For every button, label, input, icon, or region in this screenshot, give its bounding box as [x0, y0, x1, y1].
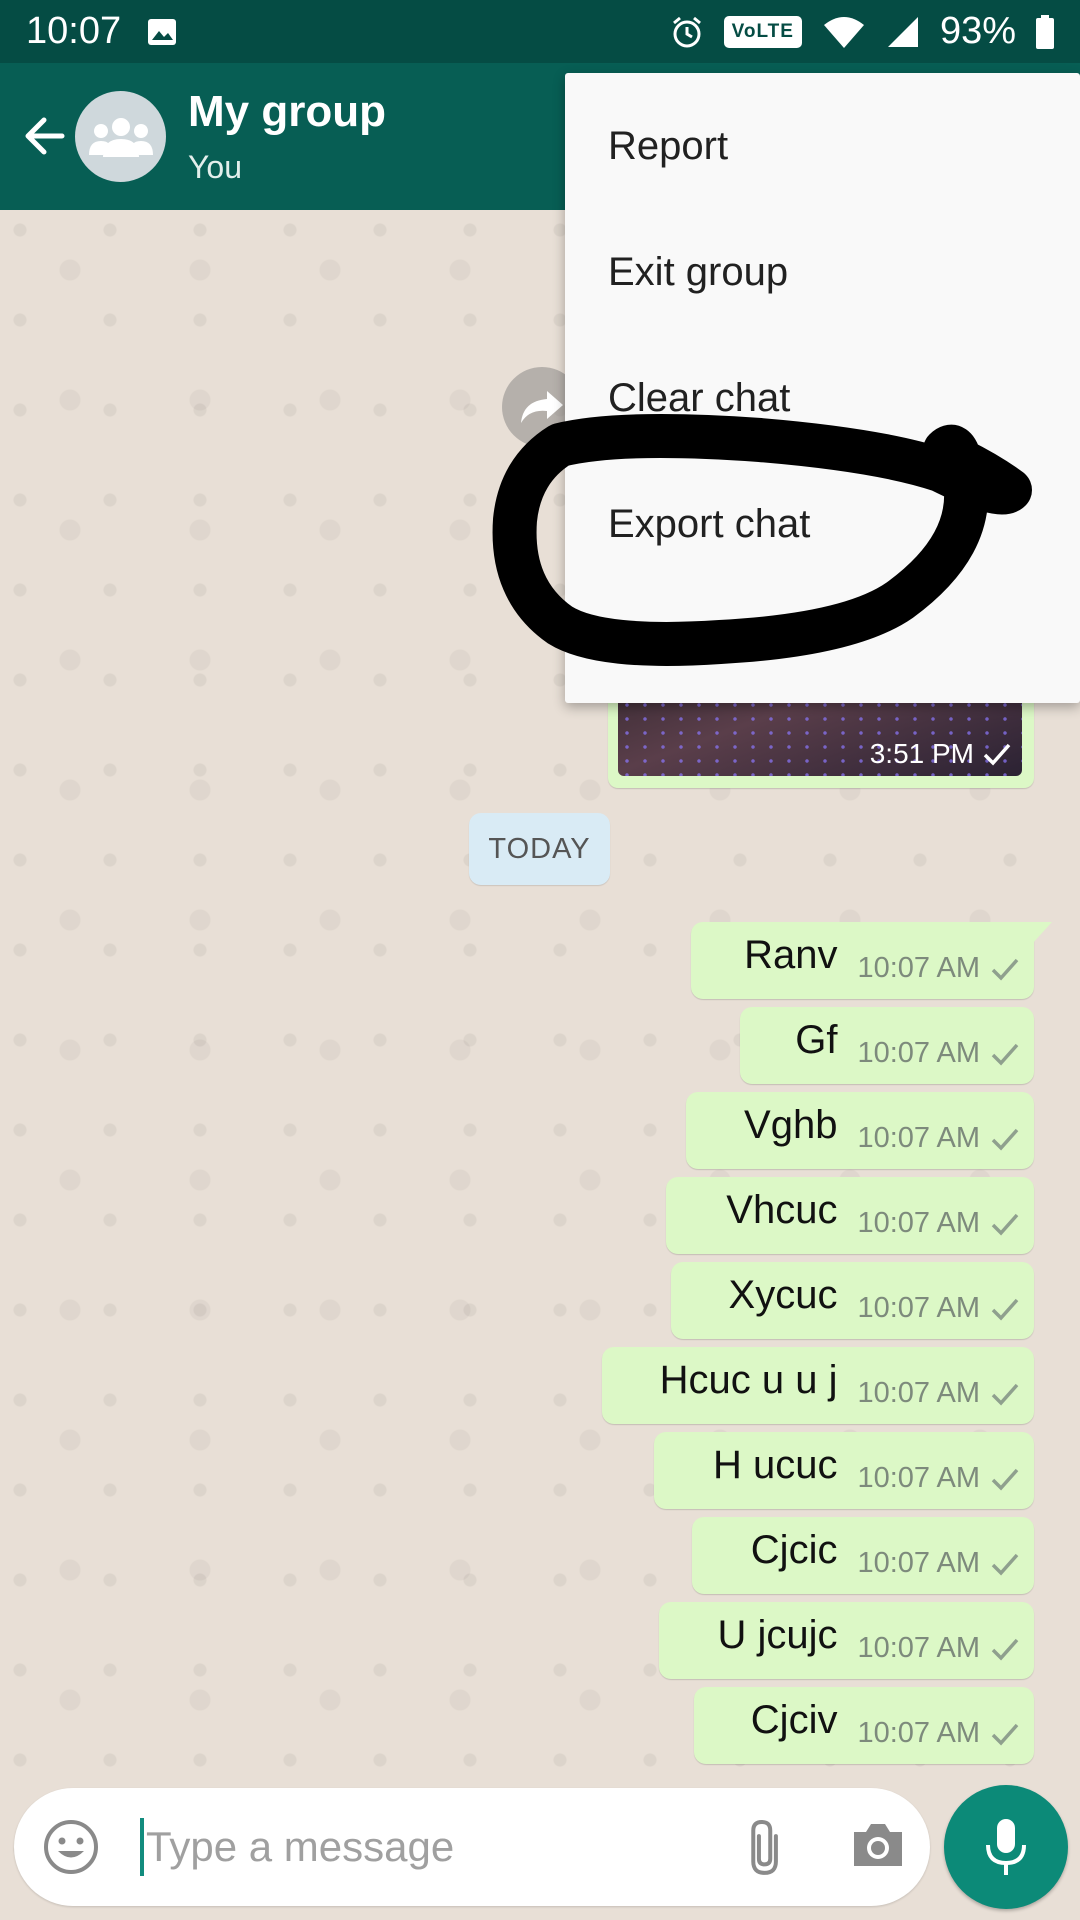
sent-check-icon [991, 1128, 1019, 1151]
status-time: 10:07 [26, 10, 122, 52]
sent-check-icon [991, 1213, 1019, 1236]
status-bar: 10:07 VoLTE 93% [0, 0, 1080, 63]
camera-button[interactable] [850, 1820, 906, 1875]
message-time: 10:07 AM [857, 1037, 980, 1069]
message-text: Cjciv [750, 1698, 838, 1742]
sent-check-icon [991, 1638, 1019, 1661]
date-divider: TODAY [469, 813, 610, 885]
chat-title[interactable]: My group [188, 87, 386, 137]
message-time: 10:07 AM [857, 1292, 980, 1324]
message-bubble[interactable]: Cjcic 10:07 AM [692, 1517, 1034, 1594]
image-message-time: 3:51 PM [869, 738, 974, 769]
paperclip-icon [751, 1819, 778, 1875]
emoji-icon [44, 1820, 98, 1874]
signal-icon [886, 15, 920, 49]
message-time: 10:07 AM [857, 1547, 980, 1579]
message-text: H ucuc [712, 1443, 838, 1487]
sent-check-icon [991, 1468, 1019, 1491]
menu-item-exit-group[interactable]: Exit group [565, 209, 1080, 335]
overflow-menu: Report Exit group Clear chat Export chat [565, 73, 1080, 703]
message-bubble[interactable]: Hcuc u u j 10:07 AM [602, 1347, 1034, 1424]
voice-message-button[interactable] [944, 1785, 1068, 1909]
message-text: Vghb [744, 1103, 838, 1147]
message-bubble[interactable]: Vghb 10:07 AM [686, 1092, 1034, 1169]
menu-item-report[interactable]: Report [565, 83, 1080, 209]
sent-check-icon [991, 1723, 1019, 1746]
group-icon [88, 117, 153, 157]
message-text: Xycuc [728, 1273, 838, 1317]
alarm-icon [670, 15, 704, 49]
message-time: 10:07 AM [857, 1632, 980, 1664]
menu-item-export-chat[interactable]: Export chat [565, 461, 1080, 587]
message-bubble[interactable]: H ucuc 10:07 AM [654, 1432, 1034, 1509]
forward-icon [521, 391, 563, 423]
volte-badge: VoLTE [723, 15, 802, 48]
message-text: Cjcic [750, 1528, 838, 1572]
message-time: 10:07 AM [857, 1462, 980, 1494]
message-text: Hcuc u u j [659, 1358, 838, 1402]
camera-icon [854, 1824, 902, 1866]
message-text: U jcujc [717, 1613, 838, 1657]
group-avatar[interactable] [75, 91, 166, 182]
chat-subtitle: You [188, 149, 242, 185]
message-bubble[interactable]: Cjciv 10:07 AM [694, 1687, 1034, 1764]
message-text: Vhcuc [726, 1188, 838, 1232]
battery-level: 93% [939, 10, 1016, 52]
sent-check-icon [991, 1383, 1019, 1406]
message-text: Gf [795, 1018, 838, 1062]
message-input[interactable] [146, 1814, 706, 1880]
attach-button[interactable] [736, 1816, 796, 1881]
message-bubble[interactable]: U jcujc 10:07 AM [659, 1602, 1034, 1679]
back-arrow-icon [25, 117, 65, 155]
sent-check-icon [991, 1043, 1019, 1066]
message-text: Ranv [744, 933, 838, 977]
image-icon [147, 18, 177, 46]
sent-check-icon [991, 1298, 1019, 1321]
sent-check-icon [991, 958, 1019, 981]
menu-item-obscured[interactable] [565, 587, 1080, 713]
message-time: 10:07 AM [857, 952, 980, 984]
emoji-button[interactable] [42, 1818, 100, 1881]
message-bubble[interactable]: Vhcuc 10:07 AM [666, 1177, 1034, 1254]
message-time: 10:07 AM [857, 1377, 980, 1409]
sent-check-icon [991, 1553, 1019, 1576]
message-bubble[interactable]: Ranv 10:07 AM [691, 922, 1052, 999]
message-bubble[interactable]: Gf 10:07 AM [740, 1007, 1034, 1084]
sent-check-icon [983, 743, 1011, 766]
back-button[interactable] [16, 108, 72, 164]
text-cursor [140, 1818, 144, 1876]
battery-icon [1036, 14, 1054, 49]
message-time: 10:07 AM [857, 1122, 980, 1154]
message-composer [14, 1788, 930, 1906]
microphone-icon [986, 1819, 1026, 1875]
message-time: 10:07 AM [857, 1207, 980, 1239]
wifi-icon [822, 15, 866, 49]
message-bubble[interactable]: Xycuc 10:07 AM [671, 1262, 1034, 1339]
menu-item-clear-chat[interactable]: Clear chat [565, 335, 1080, 461]
message-time: 10:07 AM [857, 1717, 980, 1749]
